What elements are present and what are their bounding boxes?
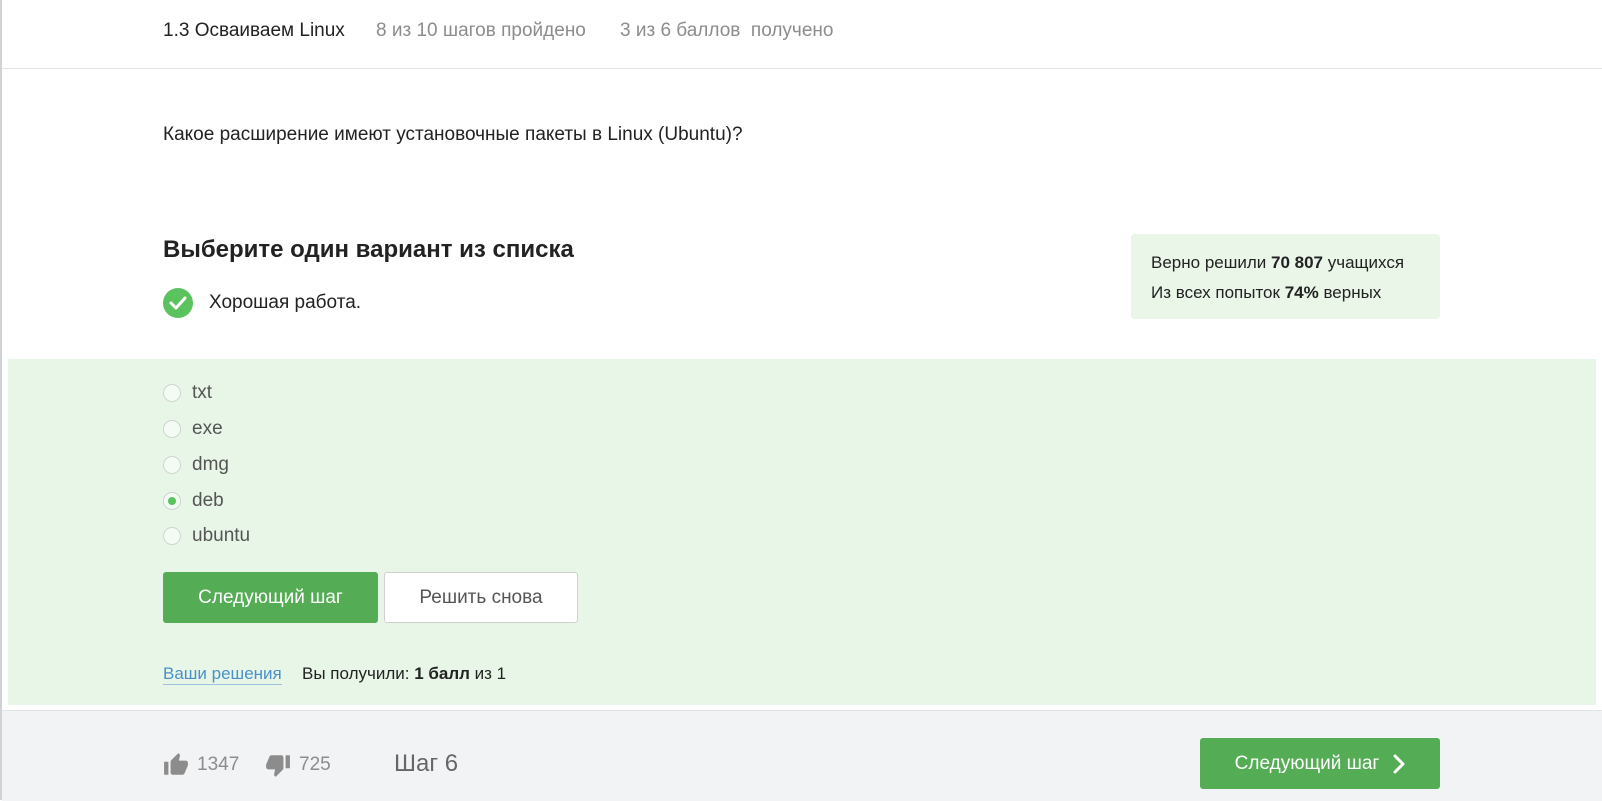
thumbs-up-icon xyxy=(163,752,189,778)
question-text: Какое расширение имеют установочные паке… xyxy=(163,124,743,145)
steps-progress: 8 из 10 шагов пройдено xyxy=(376,20,586,41)
attempts-stat: Из всех попыток 74% верных xyxy=(1151,283,1382,302)
option-ubuntu[interactable]: ubuntu xyxy=(163,524,250,548)
radio-button[interactable] xyxy=(163,420,181,438)
score-value: 1 балл xyxy=(414,664,470,683)
radio-button[interactable] xyxy=(163,456,181,474)
step-label: Шаг 6 xyxy=(394,750,459,777)
points-progress: 3 из 6 баллов получено xyxy=(620,20,834,41)
score-text: Вы получили: 1 балл из 1 xyxy=(302,664,507,683)
radio-button[interactable] xyxy=(163,384,181,402)
solved-stat: Верно решили 70 807 учащихся xyxy=(1151,253,1405,272)
lesson-header: 1.3 Осваиваем Linux 8 из 10 шагов пройде… xyxy=(2,0,1602,69)
footer-next-step-button[interactable]: Следующий шаг xyxy=(1200,738,1440,789)
option-deb[interactable]: deb xyxy=(163,489,224,513)
attempts-percent: 74% xyxy=(1284,283,1319,302)
dislike-count: 725 xyxy=(299,754,331,775)
like-button[interactable]: 1347 xyxy=(163,752,239,778)
radio-button[interactable] xyxy=(163,527,181,545)
option-txt[interactable]: txt xyxy=(163,381,212,405)
dislike-button[interactable]: 725 xyxy=(265,752,331,778)
solve-again-button[interactable]: Решить снова xyxy=(384,572,578,623)
option-label[interactable]: deb xyxy=(192,490,224,512)
option-label[interactable]: txt xyxy=(192,382,212,404)
option-label[interactable]: dmg xyxy=(192,454,229,476)
option-dmg[interactable]: dmg xyxy=(163,453,229,477)
chevron-right-icon xyxy=(1393,754,1405,774)
solved-count: 70 807 xyxy=(1271,253,1323,272)
stats-panel: Верно решили 70 807 учащихся Из всех поп… xyxy=(1131,234,1440,319)
option-label[interactable]: exe xyxy=(192,418,223,440)
feedback-text: Хорошая работа. xyxy=(209,292,362,313)
like-count: 1347 xyxy=(197,754,240,775)
task-title: Выберите один вариант из списка xyxy=(163,236,574,263)
footer-next-label: Следующий шаг xyxy=(1234,752,1380,774)
option-label[interactable]: ubuntu xyxy=(192,525,250,547)
feedback-message: Хорошая работа. xyxy=(163,288,361,318)
thumbs-down-icon xyxy=(265,752,291,778)
check-icon xyxy=(163,288,193,318)
radio-button-selected[interactable] xyxy=(163,492,181,510)
your-solutions-link[interactable]: Ваши решения xyxy=(163,664,282,685)
next-step-button[interactable]: Следующий шаг xyxy=(163,572,378,623)
option-exe[interactable]: exe xyxy=(163,417,223,441)
lesson-title[interactable]: 1.3 Осваиваем Linux xyxy=(163,20,345,42)
